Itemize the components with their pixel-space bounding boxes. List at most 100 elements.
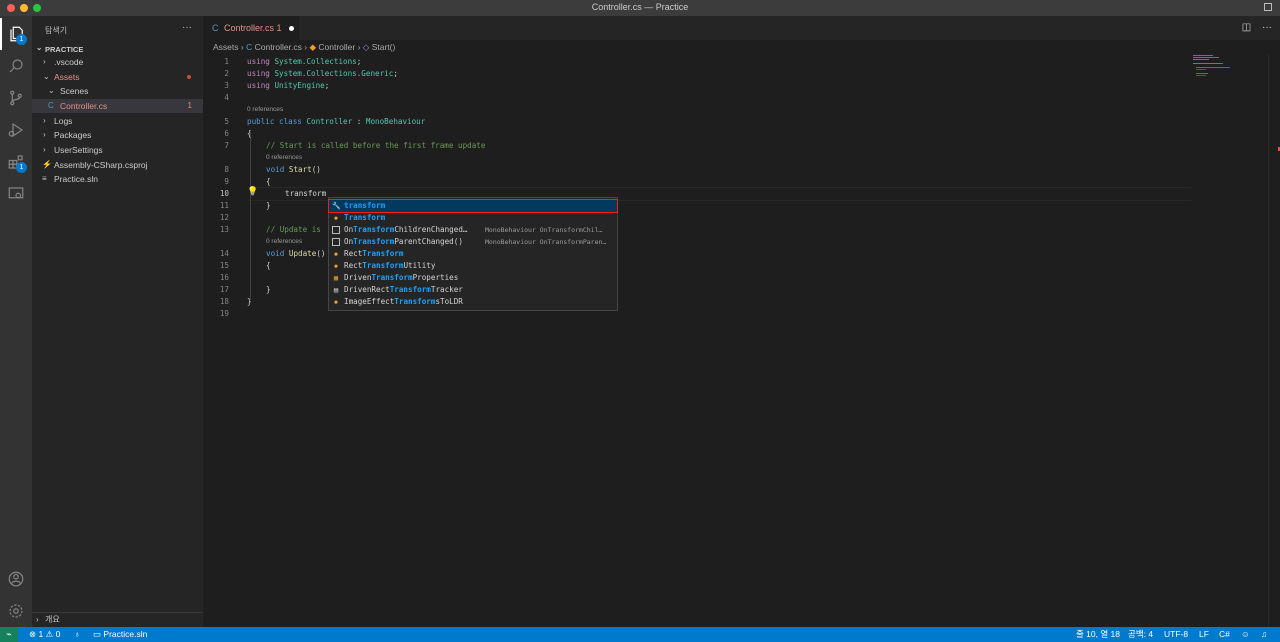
struct-icon: ▤ <box>333 286 339 294</box>
explorer-more-actions[interactable]: ··· <box>182 22 192 33</box>
csharp-file-icon: C <box>246 42 253 52</box>
chevron-right-icon: › <box>43 130 46 139</box>
code-line: using System.Collections.Generic; <box>247 69 398 78</box>
vertical-scrollbar[interactable] <box>1268 54 1280 627</box>
editor-tab-bar: C Controller.cs 1 ◫ ··· <box>203 16 1280 40</box>
tree-item-usersettings[interactable]: › UserSettings <box>32 143 203 157</box>
code-line: { <box>247 129 252 138</box>
minimap[interactable] <box>1193 54 1268 79</box>
breadcrumb-assets[interactable]: Assets <box>213 42 239 52</box>
breadcrumb-class[interactable]: Controller <box>318 42 355 52</box>
suggestion-label: Transform <box>344 213 386 222</box>
more-actions-icon[interactable]: ··· <box>1262 22 1272 33</box>
suggestion-item[interactable]: ◆ RectTransformUtility <box>329 260 617 272</box>
code-comment: // Update is <box>266 225 321 234</box>
tree-item-label: UserSettings <box>54 145 103 155</box>
property-icon: 🔧 <box>332 202 341 210</box>
encoding[interactable]: UTF-8 <box>1164 627 1188 642</box>
layout-icon[interactable] <box>1264 3 1272 11</box>
tree-item-label: Assets <box>54 72 80 82</box>
explorer-title: 탐색기 <box>45 26 68 35</box>
split-editor-icon[interactable]: ◫ <box>1242 22 1251 33</box>
sync-icon[interactable]: ♁ <box>74 627 80 642</box>
gear-icon <box>9 604 23 618</box>
code-lens-references[interactable]: 0 references <box>266 238 302 245</box>
remote-explorer-button[interactable] <box>0 178 32 210</box>
feedback-icon[interactable]: ☺ <box>1241 627 1250 642</box>
line-number: 17 <box>219 285 229 294</box>
manage-button[interactable] <box>0 595 32 627</box>
code-lens-references[interactable]: 0 references <box>247 106 283 113</box>
cursor-position[interactable]: 줄 10, 열 18 <box>1076 627 1120 642</box>
bell-icon[interactable]: ♫ <box>1261 627 1267 642</box>
search-button[interactable] <box>0 50 32 82</box>
tree-item-packages[interactable]: › Packages <box>32 128 203 142</box>
method-icon: ◇ <box>362 42 370 52</box>
modified-dot-icon <box>187 75 191 79</box>
suggestion-label: DrivenTransformProperties <box>344 273 459 282</box>
suggestion-item[interactable]: ◆ ImageEffectTransformsToLDR <box>329 296 617 308</box>
run-debug-button[interactable] <box>0 114 32 146</box>
breadcrumb-file[interactable]: Controller.cs <box>255 42 302 52</box>
unsaved-dot-icon[interactable] <box>289 26 294 31</box>
tree-item-label: Scenes <box>60 86 89 96</box>
suggestion-item[interactable]: ▦ DrivenTransformProperties <box>329 272 617 284</box>
code-line: { <box>266 177 271 186</box>
explorer-button[interactable]: 1 <box>0 18 32 50</box>
line-number: 15 <box>219 261 229 270</box>
suggestion-item[interactable]: ▤ DrivenRectTransformTracker <box>329 284 617 296</box>
indentation[interactable]: 공백: 4 <box>1128 627 1153 642</box>
tree-item-csproj[interactable]: ⚡ Assembly-CSharp.csproj <box>32 158 203 172</box>
rss-file-icon: ⚡ <box>42 160 52 169</box>
outline-section-header[interactable]: › 개요 <box>32 612 203 627</box>
suggestion-item[interactable]: 🔧 transform <box>328 199 618 213</box>
tree-item-label: Practice.sln <box>54 174 98 184</box>
line-number: 19 <box>219 309 229 318</box>
explorer-sidebar: 탐색기 ··· ⌄ PRACTICE › .vscode ⌄ Assets ⌄ … <box>32 16 203 627</box>
suggestion-item[interactable]: OnTransformChildrenChanged… MonoBehaviou… <box>329 224 617 236</box>
workspace-name: PRACTICE <box>45 45 84 54</box>
class-icon: ◆ <box>333 250 339 258</box>
code-lens-references[interactable]: 0 references <box>266 154 302 161</box>
code-editor[interactable]: 1 2 3 4 5 6 7 8 9 10 11 12 13 14 15 16 1… <box>203 54 1193 627</box>
tree-item-scenes[interactable]: ⌄ Scenes <box>32 84 203 98</box>
chevron-right-icon: › <box>43 57 46 66</box>
problems-indicator[interactable]: ⊗ 1 ⚠ 0 <box>29 627 60 642</box>
lightbulb-icon[interactable]: 💡 <box>247 187 258 197</box>
minimap-line <box>1196 67 1230 68</box>
code-line: public class Controller : MonoBehaviour <box>247 117 426 126</box>
solution-name: Practice.sln <box>103 629 148 639</box>
chevron-down-icon: ⌄ <box>43 72 50 81</box>
tree-item-sln[interactable]: ≡ Practice.sln <box>32 172 203 186</box>
remote-indicator[interactable]: ⌁ <box>0 627 18 642</box>
source-control-button[interactable] <box>0 82 32 114</box>
suggestion-detail: MonoBehaviour OnTransformParen… <box>485 238 607 246</box>
minimap-line <box>1193 57 1219 58</box>
tree-item-controller-cs[interactable]: C Controller.cs 1 <box>32 99 203 113</box>
extensions-button[interactable]: 1 <box>0 146 32 178</box>
breadcrumb-method[interactable]: Start() <box>372 42 396 52</box>
source-control-icon <box>10 90 22 106</box>
tree-item-assets[interactable]: ⌄ Assets <box>32 70 203 84</box>
suggestion-item[interactable]: ◆ Transform <box>329 212 617 224</box>
suggestion-item[interactable]: ◆ RectTransform <box>329 248 617 260</box>
line-ending[interactable]: LF <box>1199 627 1209 642</box>
tab-controller-cs[interactable]: C Controller.cs 1 <box>203 16 299 40</box>
folder-icon: ▭ <box>93 629 104 639</box>
error-count: ⊗ 1 <box>29 629 44 639</box>
solution-indicator[interactable]: ▭ Practice.sln <box>93 627 147 642</box>
tree-item-label: Logs <box>54 116 73 126</box>
warning-count: ⚠ 0 <box>45 629 61 639</box>
suggestion-item[interactable]: OnTransformParentChanged() MonoBehaviour… <box>329 236 617 248</box>
code-line-current: transform <box>285 189 327 198</box>
line-number: 5 <box>224 117 229 126</box>
search-icon <box>9 59 23 73</box>
run-debug-icon <box>8 122 24 138</box>
tree-item-vscode[interactable]: › .vscode <box>32 55 203 69</box>
suggestion-widget: 🔧 transform ◆ Transform OnTransformChild… <box>328 197 618 311</box>
activity-bar: 1 1 <box>0 16 32 627</box>
language-mode[interactable]: C# <box>1219 627 1230 642</box>
tree-item-label: Packages <box>54 130 92 140</box>
tree-item-logs[interactable]: › Logs <box>32 114 203 128</box>
accounts-button[interactable] <box>0 563 32 595</box>
